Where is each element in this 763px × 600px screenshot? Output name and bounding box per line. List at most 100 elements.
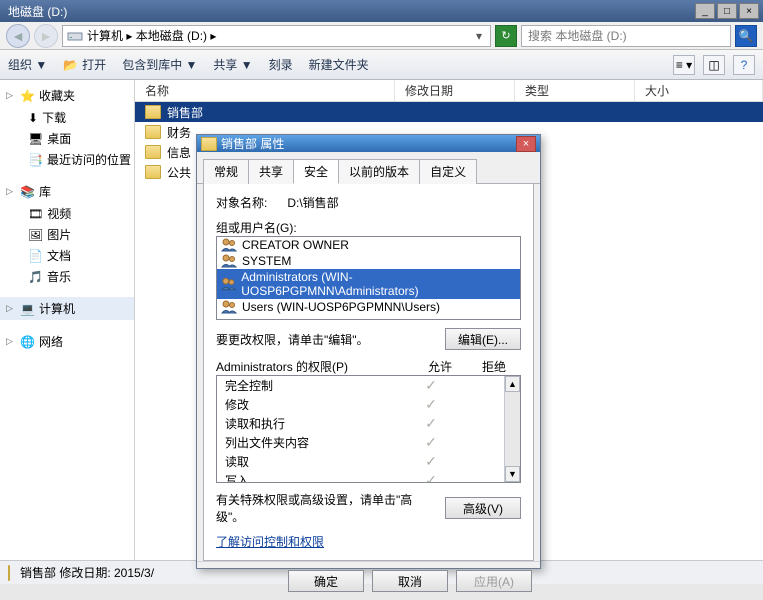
- list-item[interactable]: CREATOR OWNER: [217, 237, 520, 253]
- sidebar-recent[interactable]: 📑最近访问的位置: [0, 149, 134, 170]
- library-icon: 📚: [20, 185, 35, 199]
- list-item[interactable]: Administrators (WIN-UOSP6PGPMNN\Administ…: [217, 269, 520, 299]
- drive-icon: [67, 28, 83, 44]
- allow-check-icon: ✓: [404, 453, 458, 470]
- search-go-button[interactable]: 🔍: [735, 25, 757, 47]
- permission-name: 列出文件夹内容: [225, 434, 404, 451]
- object-name-value: D:\销售部: [287, 194, 338, 211]
- titlebar: 地磁盘 (D:) _ □ ×: [0, 0, 763, 22]
- search-input[interactable]: 搜索 本地磁盘 (D:): [521, 25, 731, 47]
- allow-label: 允许: [413, 358, 467, 375]
- help-button[interactable]: ?: [733, 55, 755, 75]
- minimize-button[interactable]: _: [695, 3, 715, 19]
- table-row[interactable]: 销售部: [135, 102, 763, 122]
- users-icon: [221, 277, 236, 291]
- deny-label: 拒绝: [467, 358, 521, 375]
- allow-check-icon: ✓: [404, 396, 458, 413]
- permission-row: 完全控制✓: [217, 376, 520, 395]
- permission-name: 修改: [225, 396, 404, 413]
- tab-body-security: 对象名称: D:\销售部 组或用户名(G): CREATOR OWNERSYST…: [203, 184, 534, 561]
- col-modified[interactable]: 修改日期: [395, 80, 515, 101]
- nav-pane: ▷⭐收藏夹 ⬇下载 🖥桌面 📑最近访问的位置 ▷📚库 🎞视频 🖼图片 📄文档 🎵…: [0, 80, 135, 560]
- cancel-button[interactable]: 取消: [372, 570, 448, 592]
- breadcrumb[interactable]: 计算机 ▸ 本地磁盘 (D:) ▸ ▾: [62, 25, 491, 47]
- col-name[interactable]: 名称: [135, 80, 395, 101]
- advanced-button[interactable]: 高级(V): [445, 497, 521, 519]
- apply-button[interactable]: 应用(A): [456, 570, 532, 592]
- folder-icon: [8, 566, 10, 580]
- newfolder-menu[interactable]: 新建文件夹: [309, 56, 369, 73]
- share-menu[interactable]: 共享 ▼: [213, 56, 252, 73]
- tab-security[interactable]: 安全: [293, 159, 339, 184]
- edit-button[interactable]: 编辑(E)...: [445, 328, 521, 350]
- permission-name: 读取和执行: [225, 415, 404, 432]
- permission-row: 读取和执行✓: [217, 414, 520, 433]
- network-icon: 🌐: [20, 335, 35, 349]
- col-type[interactable]: 类型: [515, 80, 635, 101]
- folder-icon: [201, 137, 217, 151]
- refresh-button[interactable]: ↻: [495, 25, 517, 47]
- principals-listbox[interactable]: CREATOR OWNERSYSTEMAdministrators (WIN-U…: [216, 236, 521, 320]
- music-icon: 🎵: [28, 270, 43, 284]
- scrollbar[interactable]: ▲ ▼: [504, 376, 520, 482]
- search-placeholder: 搜索 本地磁盘 (D:): [528, 27, 627, 44]
- folder-name: 销售部: [167, 104, 203, 121]
- view-button[interactable]: ≡ ▾: [673, 55, 695, 75]
- forward-button[interactable]: ►: [34, 24, 58, 48]
- sidebar-computer[interactable]: ▷💻计算机: [0, 297, 134, 320]
- list-item[interactable]: Users (WIN-UOSP6PGPMNN\Users): [217, 299, 520, 315]
- permission-row: 写入✓: [217, 471, 520, 483]
- permissions-listbox[interactable]: 完全控制✓修改✓读取和执行✓列出文件夹内容✓读取✓写入✓ ▲ ▼: [216, 375, 521, 483]
- tab-custom[interactable]: 自定义: [419, 159, 477, 184]
- tab-general[interactable]: 常规: [203, 159, 249, 184]
- sidebar-videos[interactable]: 🎞视频: [0, 203, 134, 224]
- open-icon: 📂: [63, 58, 78, 72]
- video-icon: 🎞: [28, 207, 43, 221]
- principal-name: Users (WIN-UOSP6PGPMNN\Users): [242, 300, 440, 314]
- window-controls: _ □ ×: [695, 3, 759, 19]
- principal-name: Administrators (WIN-UOSP6PGPMNN\Administ…: [241, 270, 516, 298]
- tab-previous-versions[interactable]: 以前的版本: [338, 159, 420, 184]
- dialog-close-button[interactable]: ×: [516, 136, 536, 152]
- burn-menu[interactable]: 刻录: [269, 56, 293, 73]
- dialog-titlebar[interactable]: 销售部 属性 ×: [197, 135, 540, 152]
- organize-menu[interactable]: 组织 ▼: [8, 56, 47, 73]
- scroll-down-icon[interactable]: ▼: [505, 466, 520, 482]
- tab-share[interactable]: 共享: [248, 159, 294, 184]
- sidebar-network[interactable]: ▷🌐网络: [0, 330, 134, 353]
- maximize-button[interactable]: □: [717, 3, 737, 19]
- sidebar-documents[interactable]: 📄文档: [0, 245, 134, 266]
- users-icon: [221, 254, 237, 268]
- folder-name: 财务: [167, 124, 191, 141]
- permissions-header: Administrators 的权限(P): [216, 358, 413, 375]
- sidebar-pictures[interactable]: 🖼图片: [0, 224, 134, 245]
- sidebar-favorites[interactable]: ▷⭐收藏夹: [0, 84, 134, 107]
- back-button[interactable]: ◄: [6, 24, 30, 48]
- picture-icon: 🖼: [28, 228, 43, 242]
- sidebar-music[interactable]: 🎵音乐: [0, 266, 134, 287]
- preview-pane-button[interactable]: ◫: [703, 55, 725, 75]
- download-icon: ⬇: [28, 111, 38, 125]
- sidebar-desktop[interactable]: 🖥桌面: [0, 128, 134, 149]
- sidebar-libraries[interactable]: ▷📚库: [0, 180, 134, 203]
- address-bar: ◄ ► 计算机 ▸ 本地磁盘 (D:) ▸ ▾ ↻ 搜索 本地磁盘 (D:) 🔍: [0, 22, 763, 50]
- column-headers: 名称 修改日期 类型 大小: [135, 80, 763, 102]
- sidebar-downloads[interactable]: ⬇下载: [0, 107, 134, 128]
- folder-icon: [145, 105, 161, 119]
- close-button[interactable]: ×: [739, 3, 759, 19]
- learn-link[interactable]: 了解访问控制和权限: [216, 535, 324, 549]
- object-name-label: 对象名称:: [216, 194, 267, 211]
- permission-name: 读取: [225, 453, 404, 470]
- scroll-up-icon[interactable]: ▲: [505, 376, 520, 392]
- col-size[interactable]: 大小: [635, 80, 763, 101]
- permission-name: 完全控制: [225, 377, 404, 394]
- list-item[interactable]: SYSTEM: [217, 253, 520, 269]
- window-title: 地磁盘 (D:): [4, 3, 67, 20]
- open-menu[interactable]: 📂 打开: [63, 56, 106, 73]
- groups-label: 组或用户名(G):: [216, 219, 521, 236]
- ok-button[interactable]: 确定: [288, 570, 364, 592]
- breadcrumb-dropdown-icon[interactable]: ▾: [472, 29, 486, 43]
- star-icon: ⭐: [20, 89, 35, 103]
- dialog-title: 销售部 属性: [221, 135, 284, 152]
- include-menu[interactable]: 包含到库中 ▼: [122, 56, 197, 73]
